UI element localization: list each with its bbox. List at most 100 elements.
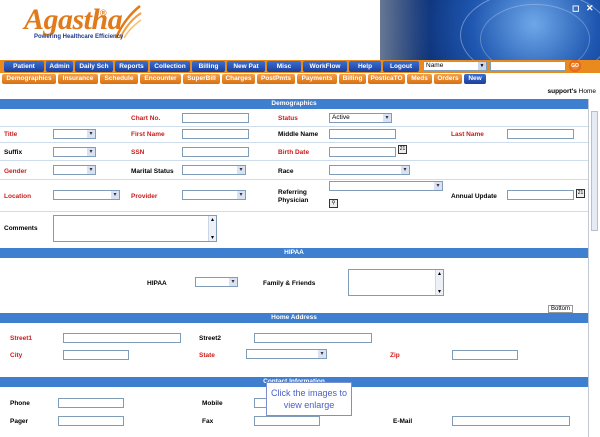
annual-update-input[interactable] <box>507 190 574 200</box>
title-select[interactable] <box>53 129 96 139</box>
nav-misc[interactable]: Misc <box>267 61 301 72</box>
header-fade <box>300 0 430 60</box>
tab-orders[interactable]: Orders <box>434 74 462 84</box>
family-friends-label: Family & Friends <box>263 280 316 287</box>
zip-input[interactable] <box>452 350 518 360</box>
ssn-input[interactable] <box>182 147 249 157</box>
enlarge-tooltip: Click the images to view enlarge <box>266 382 352 416</box>
app-header: Agastha ® Powering Healthcare Efficiency… <box>0 0 600 60</box>
home-link[interactable]: Home <box>579 88 596 95</box>
support-user: support's <box>547 88 577 95</box>
pager-input[interactable] <box>58 416 124 426</box>
suffix-select[interactable] <box>53 147 96 157</box>
phone-input[interactable] <box>58 398 124 408</box>
page-scrollbar[interactable] <box>588 99 600 437</box>
referring-physician-select[interactable] <box>329 181 443 191</box>
referring-physician-label: Referring Physician <box>278 189 309 204</box>
comments-scrollbar[interactable] <box>208 216 216 241</box>
state-label: State <box>199 352 215 359</box>
tab-schedule[interactable]: Schedule <box>100 74 138 84</box>
nav-daily-sch[interactable]: Daily Sch <box>75 61 113 72</box>
email-input[interactable] <box>452 416 570 426</box>
comments-textarea[interactable] <box>53 215 217 242</box>
tab-demographics[interactable]: Demographics <box>2 74 56 84</box>
row-divider <box>0 179 588 180</box>
bottom-link[interactable]: Bottom <box>548 305 574 313</box>
status-select[interactable]: Active <box>329 113 392 123</box>
race-label: Race <box>278 168 294 175</box>
city-input[interactable] <box>63 350 129 360</box>
middle-name-input[interactable] <box>329 129 396 139</box>
family-friends-scrollbar[interactable] <box>435 270 443 295</box>
marital-status-select[interactable] <box>182 165 246 175</box>
fax-input[interactable] <box>254 416 320 426</box>
page-scrollbar-thumb[interactable] <box>591 111 598 231</box>
family-friends-textarea[interactable] <box>348 269 444 296</box>
brand-name: Agastha <box>24 3 123 36</box>
email-label: E-Mail <box>393 418 413 425</box>
birth-date-label: Birth Date <box>278 149 310 156</box>
brand-tagline: Powering Healthcare Efficiency <box>34 34 124 40</box>
chevron-down-icon: ▼ <box>478 62 486 70</box>
comments-label: Comments <box>4 225 38 232</box>
gender-label: Gender <box>4 168 27 175</box>
birth-date-input[interactable] <box>329 147 396 157</box>
nav-admin[interactable]: Admin <box>46 61 73 72</box>
fax-label: Fax <box>202 418 214 425</box>
street2-input[interactable] <box>254 333 372 343</box>
nav-collection[interactable]: Collection <box>150 61 190 72</box>
tab-encounter[interactable]: Encounter <box>140 74 181 84</box>
provider-label: Provider <box>131 193 158 200</box>
chart-no-input[interactable] <box>182 113 249 123</box>
tab-charges[interactable]: Charges <box>222 74 255 84</box>
tab-new[interactable]: New <box>464 74 486 84</box>
first-name-input[interactable] <box>182 129 249 139</box>
tab-meds[interactable]: Meds <box>407 74 432 84</box>
brand-registered-mark: ® <box>100 8 107 18</box>
tab-postpmts[interactable]: PostPmts <box>257 74 295 84</box>
nav-new-pat[interactable]: New Pat <box>227 61 265 72</box>
restore-window-icon[interactable]: ◻ <box>572 3 579 14</box>
search-input[interactable] <box>490 61 566 71</box>
city-label: City <box>10 352 23 359</box>
status-value: Active <box>332 114 350 121</box>
calendar-icon[interactable]: 21 <box>398 145 407 154</box>
nav-billing[interactable]: Billing <box>192 61 225 72</box>
race-select[interactable] <box>329 165 410 175</box>
nav-help[interactable]: Help <box>349 61 381 72</box>
search-type-select[interactable]: Name ▼ <box>423 61 487 71</box>
provider-select[interactable] <box>182 190 246 200</box>
phone-label: Phone <box>10 400 30 407</box>
marital-status-label: Marital Status <box>131 168 174 175</box>
search-go-button[interactable]: GO <box>569 60 581 72</box>
calendar-icon[interactable]: 21 <box>576 189 585 198</box>
nav-workflow[interactable]: WorkFlow <box>303 61 347 72</box>
tab-payments[interactable]: Payments <box>297 74 337 84</box>
street1-input[interactable] <box>63 333 181 343</box>
sub-nav-bar: Demographics Insurance Schedule Encounte… <box>0 73 600 85</box>
support-home-link[interactable]: support's Home <box>547 88 596 95</box>
middle-name-label: Middle Name <box>278 131 319 138</box>
hipaa-label: HIPAA <box>147 280 167 287</box>
last-name-input[interactable] <box>507 129 574 139</box>
row-divider <box>0 211 588 212</box>
street2-label: Street2 <box>199 335 222 342</box>
nav-patient[interactable]: Patient <box>4 61 44 72</box>
tab-insurance[interactable]: Insurance <box>58 74 98 84</box>
location-select[interactable] <box>53 190 120 200</box>
close-window-icon[interactable]: ✕ <box>586 3 594 14</box>
hipaa-select[interactable] <box>195 277 238 287</box>
lookup-icon[interactable]: ⚲ <box>329 199 338 208</box>
tab-posticato[interactable]: PosticaTO <box>368 74 405 84</box>
title-label: Title <box>4 131 18 138</box>
state-select[interactable] <box>246 349 327 359</box>
nav-reports[interactable]: Reports <box>115 61 148 72</box>
search-type-value: Name <box>426 62 444 69</box>
chart-no-label: Chart No. <box>131 115 161 122</box>
demographics-header: Demographics <box>0 99 588 109</box>
gender-select[interactable] <box>53 165 96 175</box>
tab-billing[interactable]: Billing <box>339 74 366 84</box>
tab-superbill[interactable]: SuperBill <box>183 74 220 84</box>
suffix-label: Suffix <box>4 149 23 156</box>
nav-logout[interactable]: Logout <box>383 61 419 72</box>
